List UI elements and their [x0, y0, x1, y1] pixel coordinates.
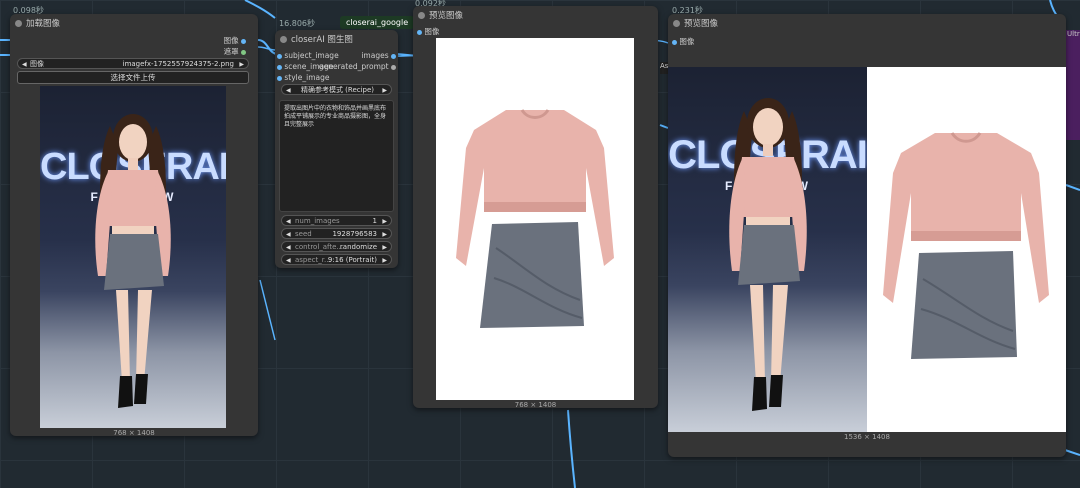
image-select-label: 图像	[30, 60, 44, 68]
widget-value: randomize	[339, 243, 377, 251]
decrement-icon[interactable]: ◀	[286, 229, 291, 240]
widget-value: 1	[372, 217, 377, 225]
widget-label: aspect_r...	[295, 256, 331, 264]
output-images-slot[interactable]: images	[361, 51, 396, 61]
output-mask-slot[interactable]: 遮罩	[224, 47, 246, 57]
widget-label: num_images	[295, 217, 340, 225]
node-collapse-dot[interactable]	[418, 12, 425, 19]
node-collapse-dot[interactable]	[280, 36, 287, 43]
decrement-icon[interactable]: ◀	[286, 216, 291, 227]
preview2-right-image	[867, 67, 1066, 432]
timing-gen: 16.806秒	[279, 19, 315, 28]
preview1-input-label: 图像	[424, 27, 440, 36]
increment-icon[interactable]: ▶	[382, 229, 387, 240]
load-image-title: 加载图像	[26, 19, 61, 29]
preview2-input-label: 图像	[679, 37, 695, 46]
preview1-input-slot[interactable]: 图像	[417, 27, 439, 37]
output-image-label: 图像	[223, 36, 239, 45]
increment-icon[interactable]: ▶	[382, 216, 387, 227]
preview1-input-dot[interactable]	[417, 29, 422, 35]
output-image-dot[interactable]	[241, 38, 246, 44]
closerai-img2img-node[interactable]: closerAI 图生图 subject_image scene_image s…	[275, 30, 398, 268]
node-collapse-dot[interactable]	[15, 20, 22, 27]
next-arrow-icon[interactable]: ▶	[382, 242, 387, 253]
partial-node-right[interactable]: Ultr	[1066, 30, 1080, 140]
preview1-dims: 768 × 1408	[514, 401, 557, 409]
prev-arrow-icon[interactable]: ◀	[286, 255, 291, 266]
output-images-label: images	[361, 51, 389, 60]
image-file-name: imagefx-1752557924375-2.png	[122, 60, 234, 68]
input-subject-image[interactable]: subject_image	[277, 51, 339, 61]
seed-widget[interactable]: ◀ seed 1928796583 ▶	[281, 228, 392, 239]
model-figure	[95, 114, 171, 408]
input-style-label: style_image	[284, 73, 330, 82]
output-image-slot[interactable]: 图像	[224, 36, 246, 46]
model-figure	[729, 98, 807, 411]
mode-value: 精确参考模式 (Recipe)	[300, 86, 375, 94]
preview2-title-bar[interactable]: 预览图像	[668, 14, 1066, 34]
output-mask-label: 遮罩	[223, 47, 239, 56]
image-file-select[interactable]: ◀ 图像 imagefx-1752557924375-2.png ▶	[17, 58, 249, 69]
load-image-node[interactable]: 加载图像 图像 遮罩 ◀ 图像 imagefx-1752557924375-2.…	[10, 14, 258, 437]
output-mask-dot[interactable]	[241, 49, 246, 55]
input-subject-label: subject_image	[284, 51, 339, 60]
node-collapse-dot[interactable]	[673, 20, 680, 27]
next-arrow-icon[interactable]: ▶	[239, 59, 244, 70]
output-prompt-slot[interactable]: generated_prompt	[319, 62, 396, 72]
preview-image-node-2[interactable]: 预览图像 图像 CLOSERAI FA S SHOW	[668, 14, 1066, 457]
widget-label: control_afte...	[295, 243, 344, 251]
preview1-title: 预览图像	[429, 11, 464, 21]
prev-arrow-icon[interactable]: ◀	[286, 242, 291, 253]
output-images-dot[interactable]	[391, 53, 396, 59]
garment-flatlay	[883, 132, 1049, 359]
upload-file-button[interactable]: 选择文件上传	[17, 71, 249, 84]
next-arrow-icon[interactable]: ▶	[382, 85, 387, 96]
widget-value: 1928796583	[332, 230, 377, 238]
prev-arrow-icon[interactable]: ◀	[22, 59, 27, 70]
preview-image-node-1[interactable]: 预览图像 图像 768 × 1408	[413, 6, 658, 409]
preview2-title: 预览图像	[684, 19, 719, 29]
widget-label: seed	[295, 230, 312, 238]
load-image-preview: CLOSERAI FA S SHOW	[40, 86, 226, 428]
preview1-title-bar[interactable]: 预览图像	[413, 6, 658, 26]
prev-arrow-icon[interactable]: ◀	[286, 85, 291, 96]
num-images-widget[interactable]: ◀ num_images 1 ▶	[281, 215, 392, 226]
input-style-dot[interactable]	[277, 75, 282, 81]
mode-select[interactable]: ◀ 精确参考模式 (Recipe) ▶	[281, 84, 392, 95]
prompt-textarea[interactable]: 提取出图片中的衣物和饰品并画黑底布拍成平铺展示的专业商品摄影图，全身且完整展示	[279, 100, 394, 212]
widget-value: 9:16 (Portrait)	[327, 256, 377, 264]
preview2-input-dot[interactable]	[672, 39, 677, 45]
load-image-title-bar[interactable]: 加载图像	[10, 14, 258, 34]
input-scene-dot[interactable]	[277, 64, 282, 70]
provider-badge: closerai_google	[340, 16, 415, 29]
load-image-dims: 768 × 1408	[113, 429, 155, 437]
output-prompt-dot[interactable]	[391, 64, 396, 70]
preview1-image	[436, 38, 634, 400]
garment-flatlay	[456, 109, 614, 328]
gen-title-bar[interactable]: closerAI 图生图	[275, 30, 398, 50]
aspect-ratio-widget[interactable]: ◀ aspect_r... 9:16 (Portrait) ▶	[281, 254, 392, 265]
partial-node-label: Ultr	[1067, 30, 1080, 38]
preview2-input-slot[interactable]: 图像	[672, 37, 694, 47]
gen-title: closerAI 图生图	[291, 35, 353, 45]
input-style-image[interactable]: style_image	[277, 73, 330, 83]
preview2-left-image: CLOSERAI FA S SHOW	[668, 67, 867, 432]
input-subject-dot[interactable]	[277, 53, 282, 59]
preview2-dims: 1536 × 1408	[844, 433, 890, 441]
output-prompt-label: generated_prompt	[318, 62, 389, 71]
control-after-generate-widget[interactable]: ◀ control_afte... randomize ▶	[281, 241, 392, 252]
next-arrow-icon[interactable]: ▶	[382, 255, 387, 266]
